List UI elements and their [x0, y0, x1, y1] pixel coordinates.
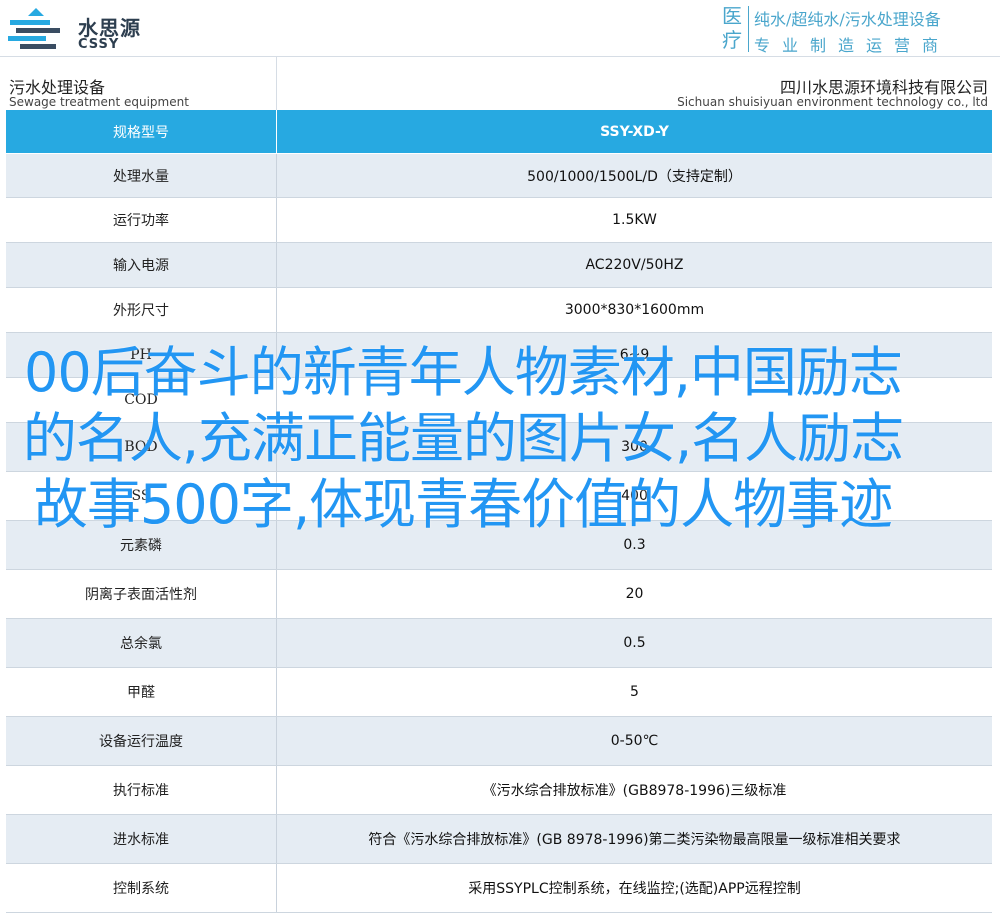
spec-label: 处理水量: [6, 154, 277, 197]
spec-label: 阴离子表面活性剂: [6, 570, 277, 618]
spec-label: 进水标准: [6, 815, 277, 863]
spec-value: 0.5: [623, 635, 646, 651]
spec-value: AC220V/50HZ: [585, 257, 684, 273]
table-row: 甲醛 5: [6, 668, 992, 717]
spec-value: 500/1000/1500L/D（支持定制）: [527, 168, 742, 185]
spec-value: SSY-XD-Y: [600, 123, 669, 140]
title-bar: 污水处理设备 Sewage treatment equipment 四川水思源环…: [0, 56, 1000, 111]
tagline-divider: [748, 6, 749, 52]
spec-value: 1.5KW: [612, 212, 657, 228]
table-row: 控制系统 采用SSYPLC控制系统，在线监控;(选配)APP远程控制: [6, 864, 992, 913]
tagline-products: 纯水/超纯水/污水处理设备: [754, 10, 941, 29]
table-row: 执行标准 《污水综合排放标准》(GB8978-1996)三级标准: [6, 766, 992, 815]
table-row: 处理水量 500/1000/1500L/D（支持定制）: [6, 154, 992, 198]
spec-label: 总余氯: [6, 619, 277, 667]
title-divider: [276, 57, 277, 111]
header: 水思源 CSSY 医疗 纯水/超纯水/污水处理设备 专业制造运营商: [0, 0, 1000, 56]
brand-name-en: CSSY: [78, 37, 120, 52]
spec-value: 3000*830*1600mm: [564, 302, 705, 318]
tagline-badge: 医疗: [722, 4, 742, 52]
spec-label: 甲醛: [6, 668, 277, 716]
tagline: 医疗 纯水/超纯水/污水处理设备 专业制造运营商: [718, 4, 994, 55]
tagline-slogan: 专业制造运营商: [754, 36, 951, 55]
table-row: 运行功率 1.5KW: [6, 198, 992, 243]
spec-label: 控制系统: [6, 864, 277, 912]
spec-label: 执行标准: [6, 766, 277, 814]
table-row: 输入电源 AC220V/50HZ: [6, 243, 992, 288]
spec-value: 《污水综合排放标准》(GB8978-1996)三级标准: [482, 783, 787, 799]
water-drop-logo-icon: [8, 8, 60, 49]
spec-value: 采用SSYPLC控制系统，在线监控;(选配)APP远程控制: [468, 881, 801, 897]
spec-value: 0-50℃: [610, 733, 659, 749]
company-name-en: Sichuan shuisiyuan environment technolog…: [677, 95, 988, 109]
table-header-row: 规格型号 SSY-XD-Y: [6, 110, 992, 154]
spec-label: 规格型号: [6, 110, 277, 153]
product-spec-page: 水思源 CSSY 医疗 纯水/超纯水/污水处理设备 专业制造运营商 污水处理设备…: [0, 0, 1000, 913]
table-row: 总余氯 0.5: [6, 619, 992, 668]
product-category-en: Sewage treatment equipment: [9, 95, 189, 109]
table-row: 外形尺寸 3000*830*1600mm: [6, 288, 992, 333]
spec-label: 外形尺寸: [6, 288, 277, 332]
spec-label: 设备运行温度: [6, 717, 277, 765]
brand-logo[interactable]: 水思源 CSSY: [6, 6, 146, 52]
table-row: 设备运行温度 0-50℃: [6, 717, 992, 766]
table-row: 进水标准 符合《污水综合排放标准》(GB 8978-1996)第二类污染物最高限量…: [6, 815, 992, 864]
spec-value: 5: [630, 684, 639, 700]
table-row: 阴离子表面活性剂 20: [6, 570, 992, 619]
spec-label: 运行功率: [6, 198, 277, 242]
overlay-headline: 00后奋斗的新青年人物素材,中国励志的名人,充满正能量的图片女,名人励志故事50…: [22, 341, 904, 536]
spec-value: 符合《污水综合排放标准》(GB 8978-1996)第二类污染物最高限量一级标准…: [368, 832, 901, 848]
spec-value: 20: [625, 586, 644, 602]
spec-label: 输入电源: [6, 243, 277, 287]
